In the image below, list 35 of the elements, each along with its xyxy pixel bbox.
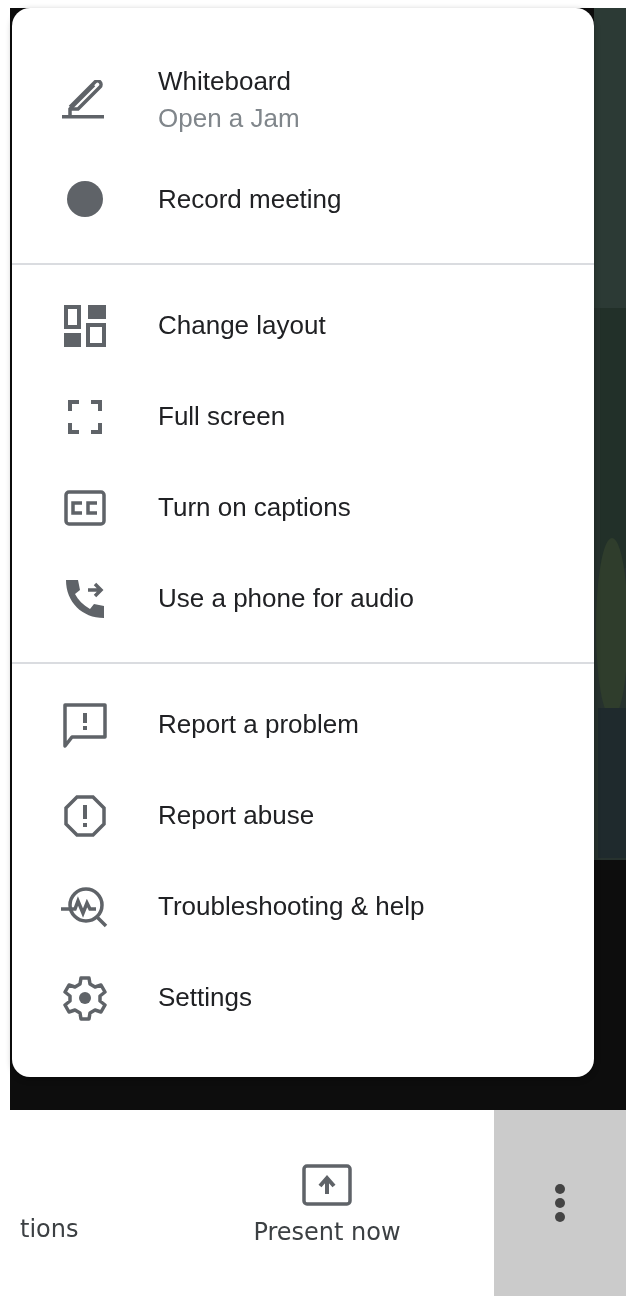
menu-item-label: Use a phone for audio — [158, 583, 414, 614]
menu-item-label: Turn on captions — [158, 492, 351, 523]
menu-item-label: Settings — [158, 982, 252, 1013]
menu-item[interactable]: Turn on captions — [12, 462, 594, 553]
menu-item-label: Record meeting — [158, 183, 342, 215]
present-icon — [302, 1164, 352, 1206]
menu-item[interactable]: Report abuse — [12, 770, 594, 861]
menu-item-subtitle: Open a Jam — [158, 103, 300, 134]
more-options-button[interactable] — [494, 1110, 626, 1296]
record-icon — [66, 180, 104, 218]
menu-item-label: Full screen — [158, 401, 286, 432]
phone-icon — [64, 577, 106, 620]
menu-item[interactable]: Settings — [12, 952, 594, 1043]
captions-icon — [64, 489, 106, 526]
menu-item-label: Change layout — [158, 310, 326, 341]
menu-item[interactable]: Full screen — [12, 371, 594, 462]
layout-icon — [64, 304, 106, 347]
menu-item-label: Report a problem — [158, 709, 359, 740]
feedback-icon — [62, 701, 108, 748]
warning-icon — [64, 794, 106, 837]
menu-item-label: Report abuse — [158, 800, 315, 831]
menu-item[interactable]: Report a problem — [12, 679, 594, 770]
more-icon — [554, 1183, 566, 1223]
menu-item[interactable]: Use a phone for audio — [12, 553, 594, 644]
menu-item[interactable]: Change layout — [12, 280, 594, 371]
toolbar-label[interactable]: tions — [20, 1215, 79, 1243]
settings-icon — [62, 974, 108, 1021]
present-now-button[interactable]: Present now — [253, 1218, 401, 1246]
menu-item[interactable]: Record meeting — [12, 154, 594, 244]
menu-item[interactable]: Troubleshooting & help — [12, 861, 594, 952]
fullscreen-icon — [68, 399, 102, 434]
menu-item[interactable]: Whiteboard Open a Jam — [12, 46, 594, 154]
menu-item-label: Troubleshooting & help — [158, 891, 425, 922]
diagnostics-icon — [61, 884, 109, 929]
menu-item-label: Whiteboard — [158, 66, 292, 97]
